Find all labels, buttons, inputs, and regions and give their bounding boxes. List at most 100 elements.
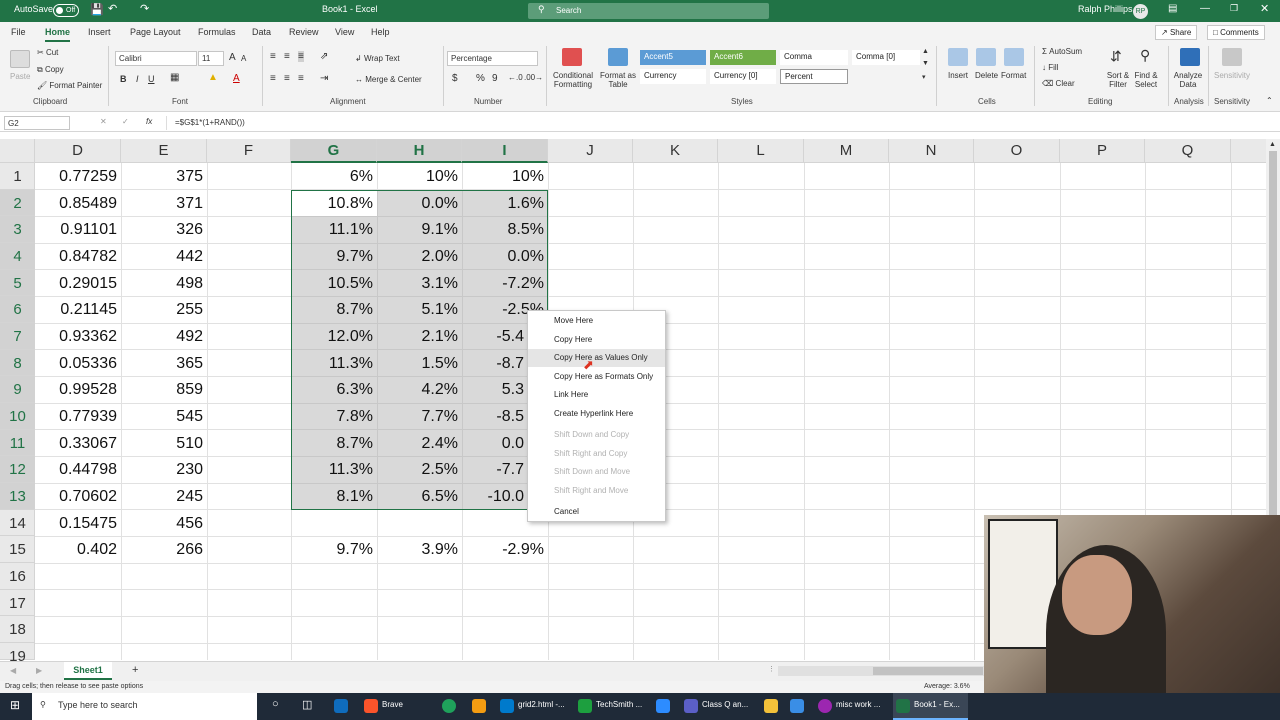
cell-d9[interactable]: 0.99528: [35, 376, 121, 403]
tab-insert[interactable]: Insert: [88, 27, 111, 37]
add-sheet-button[interactable]: +: [132, 664, 138, 676]
tab-home[interactable]: Home: [45, 27, 71, 42]
misc-app-icon[interactable]: [818, 699, 832, 713]
cell-e5[interactable]: 498: [121, 270, 207, 297]
style-accent5[interactable]: Accent5: [640, 50, 706, 65]
col-header-o[interactable]: O: [974, 139, 1060, 163]
fill-color-icon[interactable]: ▲: [208, 72, 218, 83]
cell-i1[interactable]: 10%: [462, 163, 548, 190]
menu-item-cancel[interactable]: Cancel: [528, 503, 665, 521]
taskbar-app-misc[interactable]: misc work ...: [836, 700, 880, 709]
cell-i3[interactable]: 8.5%: [462, 216, 548, 243]
decrease-decimal-icon[interactable]: .00→: [524, 73, 543, 82]
align-right-icon[interactable]: ≡: [298, 73, 304, 84]
next-sheet-icon[interactable]: ▶: [36, 666, 42, 675]
font-color-button[interactable]: A: [233, 73, 240, 84]
mail-icon[interactable]: [790, 699, 804, 713]
cancel-formula-icon[interactable]: ✕: [100, 117, 107, 126]
cut-button[interactable]: ✂ Cut: [37, 48, 58, 57]
horizontal-scrollbar-thumb[interactable]: [873, 667, 983, 675]
ribbon-display-icon[interactable]: ▤: [1168, 3, 1177, 14]
row-header[interactable]: 2: [0, 189, 35, 217]
cell-e1[interactable]: 375: [121, 163, 207, 190]
redo-icon[interactable]: ↷: [140, 2, 149, 15]
paste-button[interactable]: Paste: [10, 72, 30, 81]
percent-button[interactable]: %: [476, 73, 485, 84]
col-header-d[interactable]: D: [35, 139, 121, 163]
font-name-select[interactable]: Calibri: [115, 51, 197, 66]
analyze-data-button[interactable]: Analyze Data: [1172, 71, 1204, 89]
cell-h8[interactable]: 1.5%: [377, 350, 462, 377]
options-dots-icon[interactable]: ⋮: [768, 665, 775, 673]
cell-h2[interactable]: 0.0%: [377, 190, 462, 217]
tab-help[interactable]: Help: [371, 27, 390, 37]
row-header[interactable]: 12: [0, 456, 35, 483]
bold-button[interactable]: B: [120, 74, 127, 84]
fill-button[interactable]: ↓ Fill: [1042, 63, 1058, 72]
cell-e14[interactable]: 456: [121, 510, 207, 537]
excel-icon[interactable]: [896, 699, 910, 713]
style-currency[interactable]: Currency: [640, 69, 706, 84]
minimize-icon[interactable]: —: [1200, 3, 1210, 14]
cell-g14[interactable]: [291, 510, 377, 537]
col-header-h[interactable]: H: [377, 139, 462, 163]
outlook-icon[interactable]: [334, 699, 348, 713]
cell-i13[interactable]: -10.0: [462, 483, 528, 510]
taskbar-app-excel[interactable]: Book1 - Ex...: [914, 700, 960, 709]
cell-h5[interactable]: 3.1%: [377, 270, 462, 297]
cell-e9[interactable]: 859: [121, 376, 207, 403]
cell-d5[interactable]: 0.29015: [35, 270, 121, 297]
cell-i2[interactable]: 1.6%: [462, 190, 548, 217]
cell-e3[interactable]: 326: [121, 216, 207, 243]
increase-decimal-icon[interactable]: ←.0: [508, 73, 523, 82]
indent-icon[interactable]: ⇥: [320, 73, 328, 84]
restore-icon[interactable]: ❐: [1230, 3, 1238, 14]
autosum-button[interactable]: Σ AutoSum: [1042, 47, 1082, 56]
row-header[interactable]: 6: [0, 296, 35, 323]
row-header[interactable]: 16: [0, 563, 35, 590]
col-header-q[interactable]: Q: [1145, 139, 1231, 163]
cell-d15[interactable]: 0.402: [35, 536, 121, 563]
row-header[interactable]: 7: [0, 323, 35, 350]
cell-e6[interactable]: 255: [121, 296, 207, 323]
col-header-f[interactable]: F: [207, 139, 291, 163]
autosave-toggle[interactable]: Off: [53, 4, 79, 17]
row-header[interactable]: 17: [0, 590, 35, 617]
cell-g10[interactable]: 7.8%: [291, 403, 377, 430]
scroll-up-icon[interactable]: ▲: [1269, 141, 1276, 148]
sensitivity-icon[interactable]: [1222, 48, 1242, 66]
style-currency-0[interactable]: Currency [0]: [710, 69, 776, 84]
cell-d3[interactable]: 0.91101: [35, 216, 121, 243]
cell-d4[interactable]: 0.84782: [35, 243, 121, 270]
row-header[interactable]: 11: [0, 429, 35, 457]
cell-e15[interactable]: 266: [121, 536, 207, 563]
cell-g12[interactable]: 11.3%: [291, 456, 377, 483]
col-header-k[interactable]: K: [633, 139, 718, 163]
share-button[interactable]: ↗ Share: [1155, 25, 1198, 40]
menu-item-create-hyperlink[interactable]: Create Hyperlink Here: [528, 405, 665, 423]
row-header[interactable]: 8: [0, 349, 35, 377]
row-header[interactable]: 1: [0, 163, 35, 190]
menu-item-move-here[interactable]: Move Here: [528, 312, 665, 330]
cell-g11[interactable]: 8.7%: [291, 430, 377, 457]
undo-icon[interactable]: ↶: [108, 2, 117, 15]
taskbar-search[interactable]: ⚲ Type here to search: [32, 693, 257, 720]
avatar[interactable]: RP: [1133, 4, 1148, 19]
format-table-icon[interactable]: [608, 48, 628, 66]
copy-button[interactable]: ⧉ Copy: [37, 65, 64, 75]
name-box[interactable]: G2: [4, 116, 70, 130]
cell-g7[interactable]: 12.0%: [291, 323, 377, 350]
cell-i4[interactable]: 0.0%: [462, 243, 548, 270]
enter-formula-icon[interactable]: ✓: [122, 117, 129, 126]
cell-h1[interactable]: 10%: [377, 163, 462, 190]
row-header[interactable]: 10: [0, 403, 35, 430]
col-header-i[interactable]: I: [462, 139, 548, 163]
cell-g4[interactable]: 9.7%: [291, 243, 377, 270]
techsmith-icon[interactable]: [578, 699, 592, 713]
row-header[interactable]: 5: [0, 269, 35, 297]
col-header-l[interactable]: L: [718, 139, 804, 163]
currency-button[interactable]: $: [452, 73, 458, 84]
zoom-icon[interactable]: [656, 699, 670, 713]
tab-page-layout[interactable]: Page Layout: [130, 27, 181, 37]
cell-i11[interactable]: 0.0: [462, 430, 528, 457]
